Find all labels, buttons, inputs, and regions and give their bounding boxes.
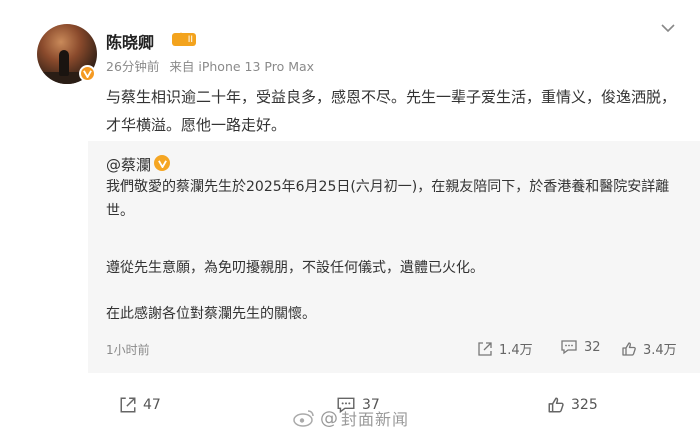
weibo-logo-icon [293,410,314,427]
repost-like-count: 3.4万 [643,343,677,358]
share-button[interactable]: 47 [119,396,161,414]
share-icon [478,341,492,356]
like-button[interactable]: 325 [547,396,598,414]
verified-v-icon [154,155,170,171]
post-source: 来自 iPhone 13 Pro Max [169,59,315,74]
like-icon [622,341,636,356]
chevron-down-icon[interactable] [660,22,676,34]
post-meta: 26分钟前 来自 iPhone 13 Pro Max [106,56,320,75]
repost-share-button[interactable]: 1.4万 [477,339,533,358]
repost-paragraph-2: 遵從先生意願，為免叨擾親朋，不設任何儀式，遺體已火化。 [106,260,484,276]
repost-time[interactable]: 1小时前 [106,341,150,358]
repost-author-mention[interactable]: @蔡瀾 [106,154,151,175]
post-time[interactable]: 26分钟前 [106,59,159,74]
crown-icon [174,32,188,42]
repost-comment-count: 32 [584,339,601,355]
share-icon [120,397,136,413]
verified-v-icon [79,65,96,82]
repost-like-button[interactable]: 3.4万 [621,339,677,358]
post-text: 与蔡生相识逾二十年，受益良多，感恩不尽。先生一辈子爱生活，重情义，俊逸洒脱，才华… [106,88,677,134]
share-count: 47 [143,397,161,413]
repost-share-count: 1.4万 [499,343,533,358]
repost-comment-button[interactable]: 32 [560,339,601,355]
author-name[interactable]: 陈晓卿 [106,29,154,53]
watermark: @ 封面新闻 [292,406,409,430]
repost-paragraph-3: 在此感謝各位對蔡瀾先生的關懷。 [106,306,316,322]
like-count: 325 [571,397,598,413]
repost-paragraph-1: 我們敬愛的蔡瀾先生於2025年6月25日(六月初一)，在親友陪同下，於香港養和醫… [106,179,670,219]
like-icon [548,397,564,413]
comment-icon [561,340,577,355]
watermark-text: 封面新闻 [341,410,410,429]
